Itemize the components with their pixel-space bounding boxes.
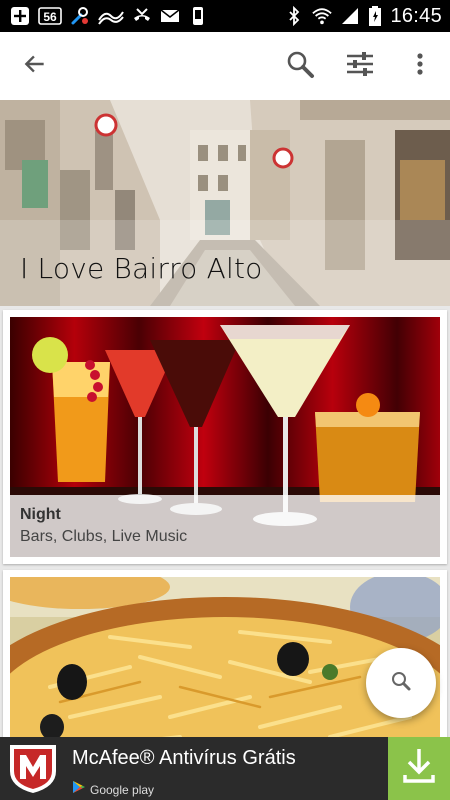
filter-sliders-icon — [345, 49, 375, 84]
wrench-icon — [70, 6, 90, 26]
cell-signal-icon — [340, 6, 360, 26]
ad-title: McAfee® Antivírus Grátis — [72, 747, 296, 769]
battery-icon — [368, 6, 382, 26]
floating-search-button[interactable] — [366, 648, 436, 718]
plus-icon — [10, 6, 30, 26]
mail-icon — [160, 6, 180, 26]
store-label: Google play — [90, 782, 155, 797]
badge-56-label: 56 — [43, 10, 57, 24]
more-options-button[interactable] — [396, 42, 444, 90]
notification-icons: 56 — [0, 6, 208, 26]
status-bar: 56 16:45 — [0, 0, 450, 32]
google-play-icon — [72, 780, 86, 799]
hero-banner: I Love Bairro Alto — [0, 100, 450, 306]
status-time: 16:45 — [390, 4, 442, 27]
google-play-badge: Google play — [72, 780, 154, 799]
hero-title: I Love Bairro Alto — [20, 252, 263, 285]
night-card-caption: Night Bars, Clubs, Live Music — [10, 495, 440, 557]
app-bar — [0, 32, 450, 100]
ad-download-button[interactable] — [388, 737, 450, 800]
search-icon — [285, 49, 315, 84]
bluetooth-icon — [284, 6, 304, 26]
more-vert-icon — [416, 52, 424, 81]
mcafee-logo — [6, 741, 60, 795]
search-button[interactable] — [276, 42, 324, 90]
back-arrow-icon — [22, 51, 48, 82]
ad-banner[interactable]: McAfee® Antivírus Grátis Google play — [0, 737, 450, 800]
card-title: Night — [20, 506, 61, 523]
missed-call-icon — [132, 6, 152, 26]
signal-wave-icon — [98, 6, 124, 26]
category-card-night[interactable]: Night Bars, Clubs, Live Music — [3, 310, 447, 564]
back-button[interactable] — [11, 42, 59, 90]
card-subtitle: Bars, Clubs, Live Music — [20, 528, 188, 545]
wifi-icon — [312, 6, 333, 26]
download-icon — [402, 747, 436, 790]
system-icons: 16:45 — [284, 5, 450, 28]
search-icon — [389, 669, 413, 698]
phone-icon — [188, 6, 208, 26]
filter-button[interactable] — [336, 42, 384, 90]
badge-56-icon: 56 — [38, 6, 62, 26]
